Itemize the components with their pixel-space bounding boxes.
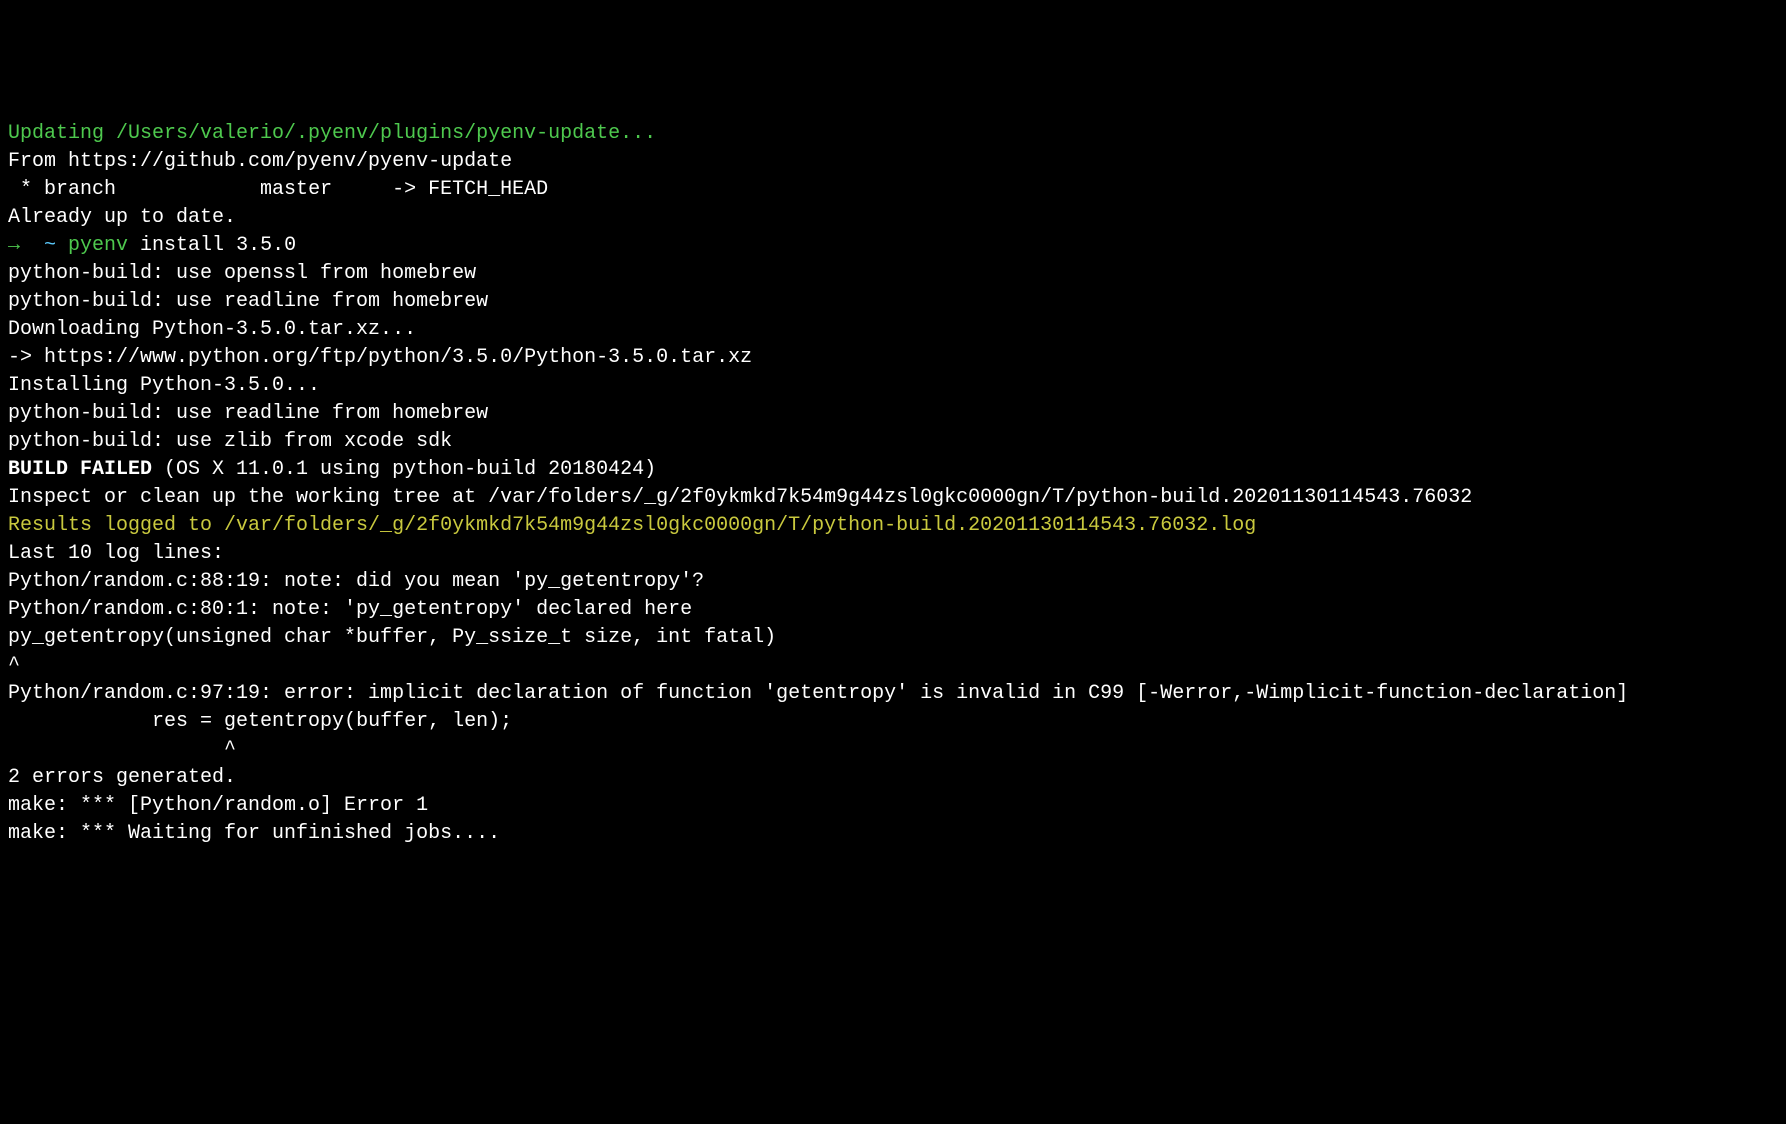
caret-line-2: ^ xyxy=(8,736,1778,764)
command-name: pyenv xyxy=(56,234,128,257)
build-failed-label: BUILD FAILED xyxy=(8,458,152,481)
caret-line-1: ^ xyxy=(8,652,1778,680)
git-from-line: From https://github.com/pyenv/pyenv-upda… xyxy=(8,148,1778,176)
build-openssl-line: python-build: use openssl from homebrew xyxy=(8,260,1778,288)
update-status-line: Updating /Users/valerio/.pyenv/plugins/p… xyxy=(8,120,1778,148)
build-failed-line: BUILD FAILED (OS X 11.0.1 using python-b… xyxy=(8,456,1778,484)
git-branch-line: * branch master -> FETCH_HEAD xyxy=(8,176,1778,204)
terminal-output[interactable]: Updating /Users/valerio/.pyenv/plugins/p… xyxy=(8,120,1778,848)
downloading-line: Downloading Python-3.5.0.tar.xz... xyxy=(8,316,1778,344)
errors-generated-line: 2 errors generated. xyxy=(8,764,1778,792)
build-readline2-line: python-build: use readline from homebrew xyxy=(8,400,1778,428)
func-decl-line: py_getentropy(unsigned char *buffer, Py_… xyxy=(8,624,1778,652)
installing-line: Installing Python-3.5.0... xyxy=(8,372,1778,400)
build-zlib-line: python-build: use zlib from xcode sdk xyxy=(8,428,1778,456)
prompt-line: → ~ pyenv install 3.5.0 xyxy=(8,232,1778,260)
build-readline-line: python-build: use readline from homebrew xyxy=(8,288,1778,316)
last-log-lines-label: Last 10 log lines: xyxy=(8,540,1778,568)
build-failed-details: (OS X 11.0.1 using python-build 20180424… xyxy=(152,458,656,481)
prompt-arrow-icon: → xyxy=(8,234,44,257)
make-waiting-line: make: *** Waiting for unfinished jobs...… xyxy=(8,820,1778,848)
prompt-tilde: ~ xyxy=(44,234,56,257)
error-line: Python/random.c:97:19: error: implicit d… xyxy=(8,680,1778,708)
make-error-line: make: *** [Python/random.o] Error 1 xyxy=(8,792,1778,820)
inspect-line: Inspect or clean up the working tree at … xyxy=(8,484,1778,512)
results-logged-line: Results logged to /var/folders/_g/2f0ykm… xyxy=(8,512,1778,540)
up-to-date-line: Already up to date. xyxy=(8,204,1778,232)
note-line-2: Python/random.c:80:1: note: 'py_getentro… xyxy=(8,596,1778,624)
code-line: res = getentropy(buffer, len); xyxy=(8,708,1778,736)
note-line-1: Python/random.c:88:19: note: did you mea… xyxy=(8,568,1778,596)
download-url-line: -> https://www.python.org/ftp/python/3.5… xyxy=(8,344,1778,372)
command-args: install 3.5.0 xyxy=(128,234,296,257)
